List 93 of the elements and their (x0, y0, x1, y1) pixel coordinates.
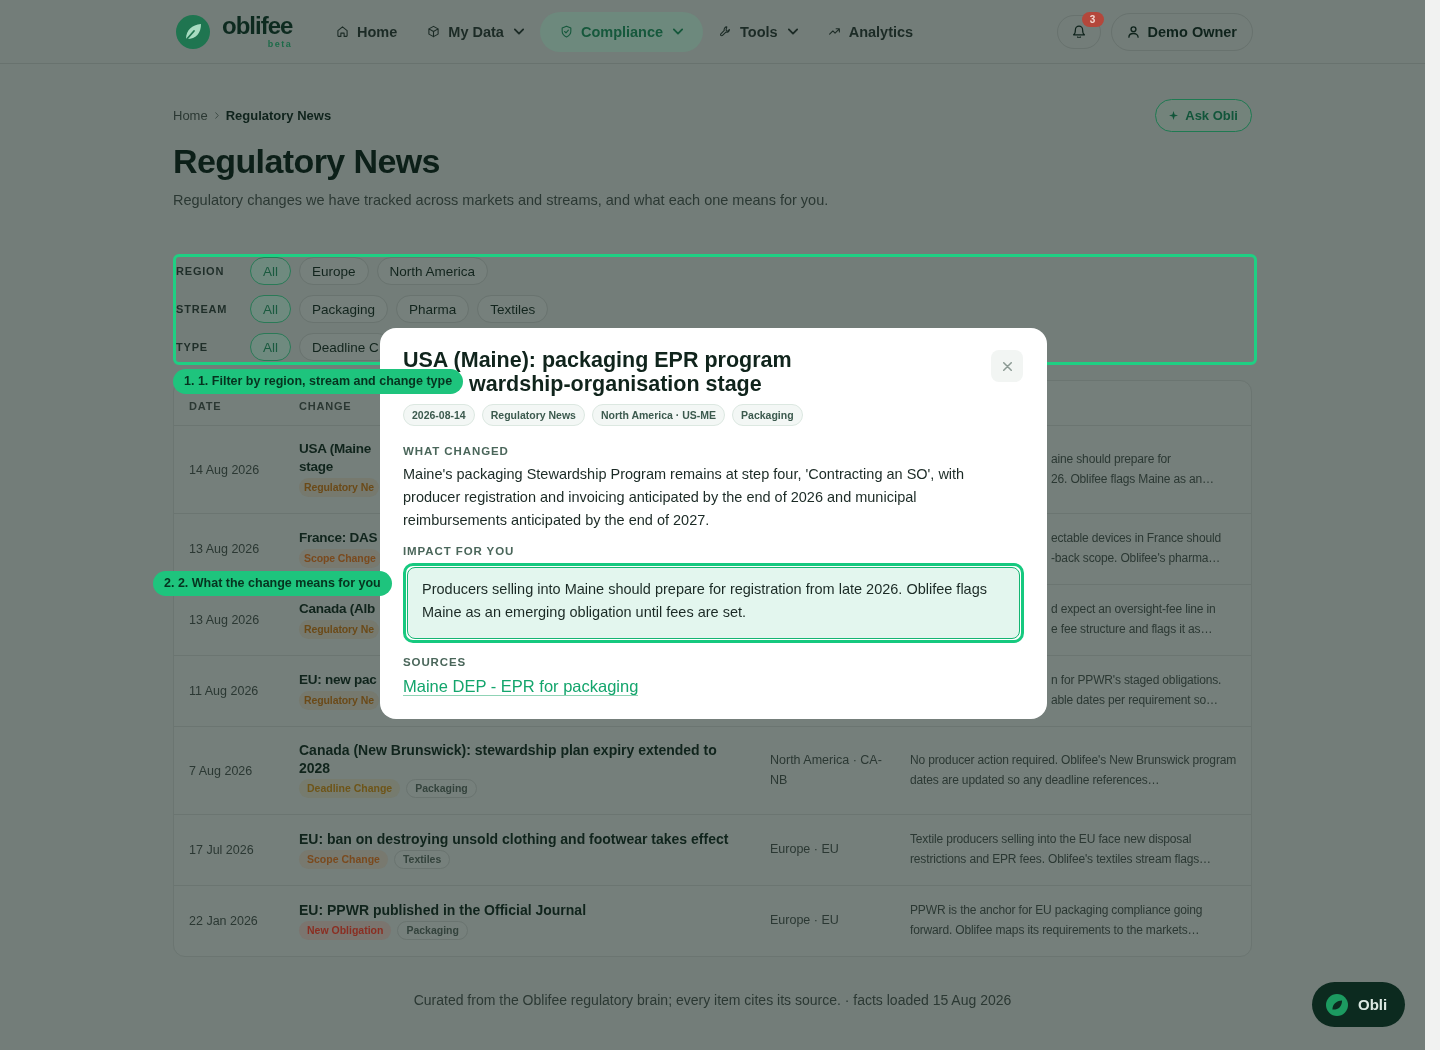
filter-chip[interactable]: Packaging (299, 295, 389, 323)
assistant-button[interactable]: Obli (1312, 982, 1406, 1027)
impact-summary: n for PPWR's staged obligations. able dates per requirement so… (1051, 672, 1222, 709)
change-type-tag: Scope Change (299, 548, 381, 568)
breadcrumb-link[interactable]: Home (173, 108, 208, 123)
filter-chip[interactable]: All (250, 295, 291, 323)
close-icon (1002, 361, 1012, 371)
wrench-icon (719, 25, 733, 38)
date-cell: 13 Aug 2026 (189, 542, 260, 556)
filter-label: REGION (176, 265, 226, 277)
footer-note: Curated from the Oblifee regulatory brain; every item cites its source. · facts loaded 15 Aug 2026 (412, 992, 1013, 1008)
filter-chip[interactable]: Pharma (396, 295, 470, 323)
notification-badge: 3 (1081, 11, 1104, 27)
stream-tag: Textiles (393, 849, 451, 869)
change-type-tag: Regulatory Ne (299, 690, 379, 710)
leaf-icon (1326, 993, 1348, 1016)
filter-chip[interactable]: All (250, 257, 291, 285)
stream-tag: Packaging (397, 920, 468, 940)
sparkle-icon (1169, 111, 1179, 120)
chevron-down-icon (787, 28, 798, 35)
close-button[interactable] (991, 350, 1023, 382)
date-cell: 7 Aug 2026 (189, 763, 253, 778)
page-title: Regulatory News (173, 141, 441, 181)
source-link[interactable]: Maine DEP - EPR for packaging (403, 677, 639, 696)
filter-chip[interactable]: Europe (299, 257, 369, 285)
filter-chip[interactable]: Textiles (477, 295, 549, 323)
dialog-title: wardship-organisation stage (469, 372, 762, 396)
user-menu-button[interactable]: Demo Owner (1110, 12, 1253, 51)
user-icon (1127, 25, 1139, 38)
change-title[interactable]: France: DAS (299, 528, 378, 547)
impact-summary: No producer action required. Oblifee's New Brunswick program dates are updated so any deadline references… (910, 751, 1238, 789)
impact-summary: ectable devices in France should -back scope. Oblifee's pharma… (1051, 530, 1221, 567)
region-cell-text: North America · CA-NB (770, 751, 883, 789)
date-cell: 11 Aug 2026 (189, 684, 259, 698)
notifications-button[interactable] (1056, 14, 1101, 49)
column-header: DATE (189, 400, 222, 412)
date-cell: 13 Aug 2026 (189, 613, 260, 627)
change-type-tag: Deadline Change (299, 779, 401, 798)
impact-summary: d expect an oversight-fee line in e fee structure and flags it as… (1051, 601, 1216, 638)
impact-summary: Textile producers selling into the EU face new disposal restrictions and EPR fees. Oblifee's textiles stream flags… (910, 831, 1212, 868)
nav-item[interactable]: Analytics (813, 11, 928, 52)
bell-icon (1072, 25, 1085, 38)
meta-tag: 2026-08-14 (403, 404, 475, 426)
leaf-logo-icon (176, 14, 210, 49)
tour-step-label: 2. 2. What the change means for you (153, 571, 392, 596)
chevron-down-icon (673, 28, 684, 35)
filter-chip[interactable]: North America (376, 257, 489, 285)
column-header: CHANGE (299, 400, 352, 412)
impact-summary: aine should prepare for 26. Oblifee flags Maine as an… (1051, 450, 1214, 488)
home-icon (336, 25, 349, 38)
date-cell: 14 Aug 2026 (189, 462, 260, 477)
change-type-tag: Regulatory Ne (299, 619, 379, 639)
section-heading: IMPACT FOR YOU (403, 544, 516, 558)
scrollbar-track[interactable] (1425, 0, 1440, 1050)
nav-item[interactable]: My Data (413, 11, 538, 52)
meta-tag: North America · US-ME (591, 404, 726, 426)
change-title[interactable]: EU: PPWR published in the Official Journal (299, 900, 746, 919)
trending-up-icon (827, 25, 841, 38)
change-title[interactable]: EU: new pac (299, 670, 377, 689)
filter-label: STREAM (176, 303, 229, 315)
change-title[interactable]: USA (Maine stage (299, 440, 371, 476)
nav-item[interactable]: Tools (705, 11, 812, 52)
filter-chip[interactable]: All (250, 333, 291, 361)
ask-obli-button[interactable]: Ask Obli (1155, 99, 1252, 132)
meta-tag: Regulatory News (481, 404, 585, 426)
page-subtitle: Regulatory changes we have tracked across markets and streams, and what each one means for you. (173, 191, 830, 210)
shield-check-icon (559, 25, 573, 38)
change-title[interactable]: Canada (New Brunswick): stewardship plan expiry extended to 2028 (299, 741, 746, 777)
nav-item[interactable]: Home (322, 11, 412, 52)
change-type-tag: Scope Change (299, 849, 388, 869)
chevron-down-icon (513, 28, 524, 35)
meta-tag: Packaging (732, 404, 803, 426)
change-type-tag: Regulatory Ne (299, 478, 379, 497)
brand-wordmark: oblifee (222, 14, 293, 38)
breadcrumb-link[interactable]: Regulatory News (225, 108, 332, 123)
region-cell-text: Europe · EU (770, 841, 840, 858)
change-title[interactable]: EU: ban on destroying unsold clothing and footwear takes effect (299, 829, 746, 848)
chevron-right-icon (214, 112, 219, 119)
stream-tag: Packaging (406, 779, 477, 798)
region-cell-text: Europe · EU (770, 912, 840, 929)
section-text: Maine's packaging Stewardship Program remains at step four, 'Contracting an SO', with producer registration and invoicing anticipated by the end of 2026 and municipal reimbursements anticipated by the end of 2027. (403, 465, 966, 530)
beta-label: beta (267, 39, 293, 49)
nav-item[interactable]: Compliance (539, 11, 704, 52)
change-type-tag: New Obligation (299, 920, 392, 940)
date-cell: 22 Jan 2026 (189, 914, 258, 928)
impact-note: Producers selling into Maine should prepare for registration from late 2026. Oblifee flags Maine as an emerging obligation until fees are set. (407, 567, 1020, 639)
section-heading: WHAT CHANGED (403, 444, 510, 458)
change-title[interactable]: Canada (Alb (299, 599, 375, 618)
section-heading: SOURCES (403, 655, 468, 669)
date-cell: 17 Jul 2026 (189, 843, 254, 857)
filter-label: TYPE (176, 341, 209, 353)
impact-summary: PPWR is the anchor for EU packaging compliance going forward. Oblifee maps its requirements to the markets… (910, 902, 1204, 939)
cube-icon (427, 25, 441, 38)
